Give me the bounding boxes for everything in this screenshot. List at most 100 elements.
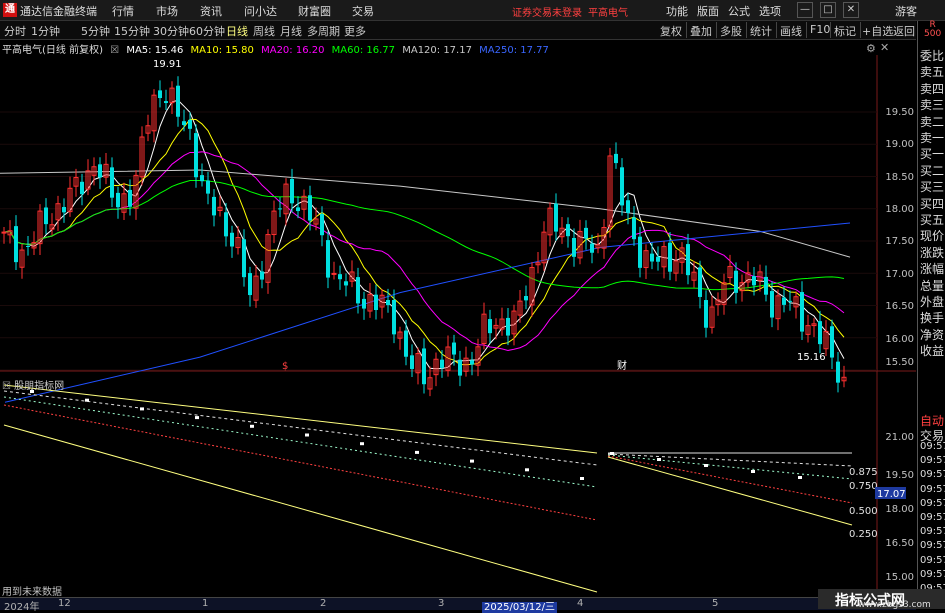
- candle-body: [248, 273, 252, 296]
- price-axis-label: 19.50: [885, 107, 914, 118]
- period-tab-1min[interactable]: 1分钟: [31, 23, 60, 39]
- candle-body: [362, 298, 366, 309]
- menu-item-ask[interactable]: 问小达: [244, 3, 277, 19]
- close-icon[interactable]: ✕: [843, 2, 859, 18]
- candle-body: [788, 300, 792, 302]
- guest-user[interactable]: 游客: [895, 3, 917, 19]
- candle-body: [404, 330, 408, 357]
- period-tab-weekly[interactable]: 周线: [253, 23, 275, 39]
- menu-item-news[interactable]: 资讯: [200, 3, 222, 19]
- mark-button[interactable]: 标记: [834, 23, 856, 39]
- indicator-legend[interactable]: ☒ 股朋指标网: [2, 377, 64, 392]
- indicator-checkbox-icon[interactable]: ☒: [2, 381, 11, 392]
- candle-body: [128, 189, 132, 207]
- candle-body: [326, 240, 330, 278]
- period-tab-more[interactable]: 更多: [344, 23, 366, 39]
- menu-item-quotes[interactable]: 行情: [112, 3, 134, 19]
- side-panel-r-label[interactable]: R 500: [924, 21, 941, 39]
- tick-time: 09:57: [920, 512, 945, 523]
- multi-stock-button[interactable]: 多股: [720, 23, 742, 39]
- period-tab-5min[interactable]: 5分钟: [81, 23, 110, 39]
- candle-body: [182, 121, 186, 126]
- quote-field-label: 换手: [920, 311, 945, 326]
- auto-trade-label[interactable]: 自动: [920, 414, 944, 429]
- kline-chart[interactable]: 19.91 15.16 $ 财 0.875 0.750 0.500 0.250 …: [0, 55, 916, 597]
- quote-field-label: 卖五: [920, 65, 945, 80]
- price-axis-label: 16.50: [885, 301, 914, 312]
- candle-body: [356, 277, 360, 304]
- price-axis-label: 17.50: [885, 236, 914, 247]
- indicator-fib-line: [3, 396, 598, 488]
- candle-body: [260, 271, 264, 280]
- statistics-button[interactable]: 统计: [750, 23, 772, 39]
- tick-time: 09:57: [920, 455, 945, 467]
- f10-button[interactable]: F10: [810, 23, 830, 36]
- period-tab-intraday[interactable]: 分时: [4, 23, 26, 39]
- time-axis: [0, 597, 916, 610]
- indicator-fib-line: [3, 390, 598, 466]
- indicator-axis-label: 19.50: [885, 470, 914, 481]
- candle-body: [212, 196, 216, 216]
- menu-item-function[interactable]: 功能: [666, 3, 688, 19]
- overlay-button[interactable]: 叠加: [690, 23, 712, 39]
- candle-body: [626, 200, 630, 213]
- candle-body: [704, 300, 708, 328]
- toolbar-divider: [860, 22, 861, 38]
- indicator-upper-line: [3, 384, 598, 454]
- tick-time: 09:57: [920, 483, 945, 495]
- menu-item-market[interactable]: 市场: [156, 3, 178, 19]
- broker-login-status[interactable]: 证券交易未登录: [512, 4, 582, 19]
- adjust-button[interactable]: 复权: [660, 23, 682, 39]
- candle-body: [572, 237, 576, 257]
- menu-item-wealth[interactable]: 财富圈: [298, 3, 331, 19]
- price-axis-label: 16.00: [885, 334, 914, 345]
- period-tab-daily[interactable]: 日线: [226, 23, 248, 39]
- quote-field-label: 卖三: [920, 98, 945, 113]
- minimize-icon[interactable]: —: [797, 2, 813, 18]
- settings-icon[interactable]: ⚙: [866, 42, 876, 55]
- menu-item-layout[interactable]: 版面: [697, 3, 719, 19]
- high-annotation: 19.91: [153, 59, 182, 70]
- toolbar-divider: [776, 22, 777, 38]
- current-value: 17.07: [877, 489, 906, 500]
- menu-item-formula[interactable]: 公式: [728, 3, 750, 19]
- indicator-marker: [415, 450, 419, 454]
- candle-body: [320, 213, 324, 236]
- pane-close-icon[interactable]: ✕: [880, 41, 889, 54]
- candle-body: [392, 300, 396, 335]
- fib-label-0500: 0.500: [849, 506, 878, 517]
- add-watchlist-button[interactable]: +自选: [862, 23, 893, 39]
- candle-body: [668, 242, 672, 272]
- candle-body: [14, 226, 18, 263]
- x-axis-label: 5: [712, 598, 719, 609]
- maximize-icon[interactable]: □: [820, 2, 836, 18]
- quote-field-label: 买三: [920, 180, 945, 195]
- draw-line-button[interactable]: 画线: [780, 23, 802, 39]
- candle-body: [374, 294, 378, 310]
- candle-body: [110, 167, 114, 198]
- x-axis-label: 1: [202, 598, 209, 609]
- toolbar-divider: [746, 22, 747, 38]
- period-tab-30min[interactable]: 30分钟: [153, 23, 189, 39]
- toolbar-divider: [830, 22, 831, 38]
- quote-field-label: 涨跌: [920, 245, 945, 260]
- indicator-marker: [580, 477, 584, 480]
- period-tab-monthly[interactable]: 月线: [280, 23, 302, 39]
- candle-body: [98, 164, 102, 178]
- back-button[interactable]: 返回: [893, 23, 915, 39]
- period-tab-15min[interactable]: 15分钟: [114, 23, 150, 39]
- candle-body: [224, 212, 228, 237]
- indicator-marker: [360, 442, 364, 446]
- menu-item-trade[interactable]: 交易: [352, 3, 374, 19]
- menu-item-options[interactable]: 选项: [759, 3, 781, 19]
- quote-field-label: 卖一: [920, 131, 945, 145]
- candle-body: [158, 90, 162, 99]
- indicator-marker: [140, 407, 144, 411]
- tick-time: 09:57: [920, 526, 945, 538]
- period-tab-60min[interactable]: 60分钟: [189, 23, 225, 39]
- x-axis-label: 3: [438, 598, 445, 609]
- candle-body: [176, 85, 180, 117]
- period-tab-multi[interactable]: 多周期: [307, 23, 340, 39]
- finance-marker: 财: [617, 359, 627, 372]
- candle-body: [698, 267, 702, 297]
